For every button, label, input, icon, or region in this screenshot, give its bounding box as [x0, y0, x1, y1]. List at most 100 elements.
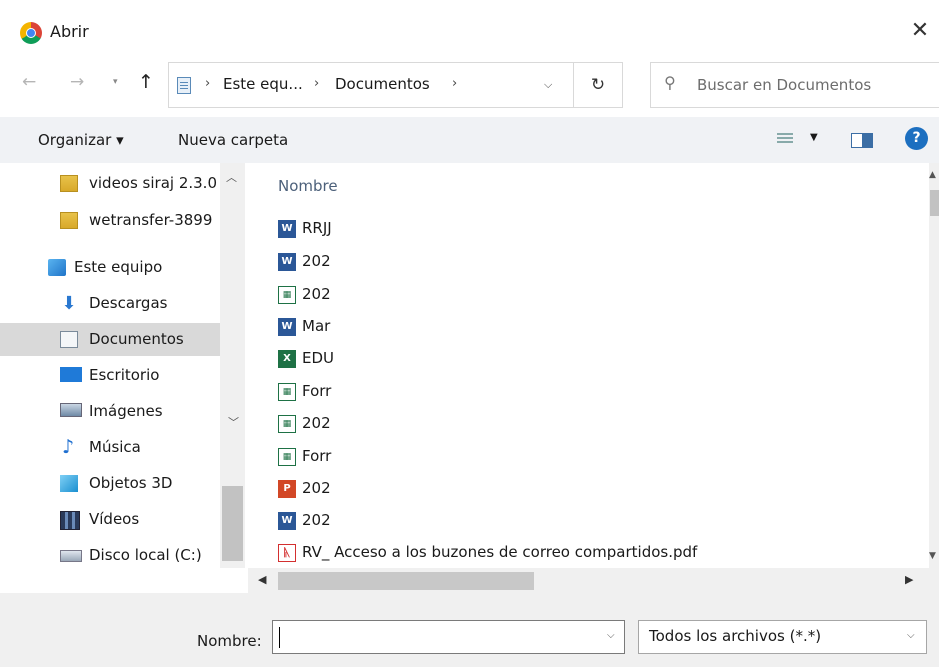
sidebar-item-label: Música [89, 438, 141, 456]
desktop-icon [60, 367, 82, 382]
organize-button[interactable]: Organizar ▾ [38, 131, 124, 149]
sidebar-item-label: Objetos 3D [89, 474, 173, 492]
chrome-icon [20, 22, 42, 44]
objects3d-icon [60, 475, 78, 492]
file-list-scroll-thumb[interactable] [930, 190, 939, 216]
chevron-right-icon[interactable]: ▶ [905, 573, 913, 586]
breadcrumb-documentos[interactable]: Documentos [335, 75, 430, 93]
file-name: 202 [302, 479, 331, 497]
file-name: RRJJ [302, 219, 332, 237]
sidebar-item-disco-local[interactable]: Disco local (C:) [0, 539, 220, 568]
breadcrumb-este-equipo[interactable]: Este equ... [223, 75, 303, 93]
breadcrumb-separator[interactable]: › [205, 76, 210, 91]
spreadsheet-icon: ▦ [278, 383, 296, 401]
search-input[interactable]: ⚲ Buscar en Documentos [650, 62, 939, 108]
documents-location-icon [177, 77, 191, 94]
back-button[interactable]: ← [22, 72, 36, 92]
new-folder-button[interactable]: Nueva carpeta [178, 131, 288, 149]
word-icon: W [278, 253, 296, 271]
pictures-icon [60, 403, 82, 417]
sidebar-item-wetransfer[interactable]: wetransfer-3899 [0, 204, 220, 237]
file-name: Forr [302, 447, 332, 465]
sidebar-item-label: Descargas [89, 294, 168, 312]
sidebar-item-imagenes[interactable]: Imágenes [0, 395, 220, 428]
help-button[interactable]: ? [905, 127, 928, 150]
sidebar-item-escritorio[interactable]: Escritorio [0, 359, 220, 392]
drive-icon [60, 550, 82, 562]
chevron-down-icon[interactable]: ▼ [929, 551, 936, 561]
sidebar-item-label: Escritorio [89, 366, 160, 384]
zip-folder-icon [60, 212, 78, 229]
powerpoint-icon: P [278, 480, 296, 498]
file-name: RV_ Acceso a los buzones de correo compa… [302, 543, 698, 561]
sidebar-item-label: Este equipo [74, 258, 163, 276]
file-list: Nombre W RRJJ W 202 ▦ 202 W Mar X EDU ▦ … [248, 163, 939, 568]
file-name: 202 [302, 511, 331, 529]
address-bar[interactable]: › Este equ... › Documentos › ⌵ [168, 62, 573, 108]
chevron-down-icon[interactable]: ﹀ [228, 414, 239, 430]
search-icon: ⚲ [664, 73, 676, 92]
refresh-button[interactable]: ↻ [573, 62, 623, 108]
preview-pane-icon[interactable] [851, 133, 873, 148]
file-name: Mar [302, 317, 331, 335]
chevron-up-icon[interactable]: ︿ [226, 169, 237, 185]
sidebar-item-descargas[interactable]: ⬇ Descargas [0, 287, 220, 320]
command-toolbar: Organizar ▾ Nueva carpeta ▼ ? [0, 117, 939, 163]
view-options-icon[interactable] [777, 133, 793, 145]
close-button[interactable]: ✕ [905, 16, 935, 46]
file-list-scrollbar[interactable] [929, 163, 939, 568]
videos-icon [60, 511, 80, 530]
sidebar-item-musica[interactable]: ♪ Música [0, 431, 220, 464]
file-name-label: Nombre: [197, 632, 262, 650]
word-icon: W [278, 512, 296, 530]
sidebar-item-label: Documentos [89, 330, 184, 348]
word-icon: W [278, 220, 296, 238]
file-type-select[interactable]: Todos los archivos (*.*) ⌵ [638, 620, 927, 654]
sidebar-item-label: videos siraj 2.3.0 [89, 174, 217, 192]
sidebar-item-documentos[interactable]: Documentos [0, 323, 220, 356]
breadcrumb-separator[interactable]: › [314, 76, 319, 91]
file-name-input[interactable]: ⌵ [272, 620, 625, 654]
breadcrumb-separator[interactable]: › [452, 76, 457, 91]
title-bar: Abrir ✕ [0, 0, 939, 58]
sidebar-item-videos-siraj[interactable]: videos siraj 2.3.0 [0, 167, 220, 200]
computer-icon [48, 259, 66, 276]
view-dropdown-icon[interactable]: ▼ [810, 132, 818, 143]
text-caret [279, 627, 280, 648]
sidebar-item-label: Vídeos [89, 510, 140, 528]
sidebar-item-videos[interactable]: Vídeos [0, 503, 220, 536]
address-dropdown-icon[interactable]: ⌵ [544, 78, 552, 92]
chevron-down-icon[interactable]: ⌵ [907, 630, 915, 641]
sidebar-item-este-equipo[interactable]: Este equipo [0, 251, 220, 284]
file-name: Forr [302, 382, 332, 400]
file-name-bar: Nombre: ⌵ Todos los archivos (*.*) ⌵ [0, 593, 939, 667]
forward-button[interactable]: → [70, 72, 84, 92]
chevron-left-icon[interactable]: ◀ [258, 573, 266, 586]
chevron-down-icon[interactable]: ⌵ [607, 630, 615, 641]
window-title: Abrir [50, 22, 89, 41]
spreadsheet-icon: ▦ [278, 286, 296, 304]
navigation-pane: videos siraj 2.3.0 wetransfer-3899 Este … [0, 163, 248, 568]
up-button[interactable]: ↑ [138, 71, 154, 93]
file-name: 202 [302, 414, 331, 432]
pdf-icon: ᚣ [278, 544, 296, 562]
recent-locations-button[interactable]: ▾ [113, 77, 118, 87]
file-name: 202 [302, 285, 331, 303]
spreadsheet-icon: ▦ [278, 448, 296, 466]
music-icon: ♪ [62, 436, 75, 458]
column-header-name[interactable]: Nombre [278, 177, 338, 195]
sidebar-item-label: Disco local (C:) [89, 546, 202, 564]
sidebar-scroll-thumb[interactable] [222, 486, 243, 561]
spreadsheet-icon: ▦ [278, 415, 296, 433]
sidebar-item-objetos-3d[interactable]: Objetos 3D [0, 467, 220, 500]
zip-folder-icon [60, 175, 78, 192]
file-type-value: Todos los archivos (*.*) [649, 627, 822, 645]
sidebar-item-label: Imágenes [89, 402, 163, 420]
sidebar-item-label: wetransfer-3899 [89, 211, 213, 229]
file-name: 202 [302, 252, 331, 270]
excel-icon: X [278, 350, 296, 368]
chevron-up-icon[interactable]: ▲ [929, 170, 936, 180]
documents-icon [60, 331, 78, 348]
file-name: EDU [302, 349, 335, 367]
horizontal-scroll-thumb[interactable] [278, 572, 534, 590]
